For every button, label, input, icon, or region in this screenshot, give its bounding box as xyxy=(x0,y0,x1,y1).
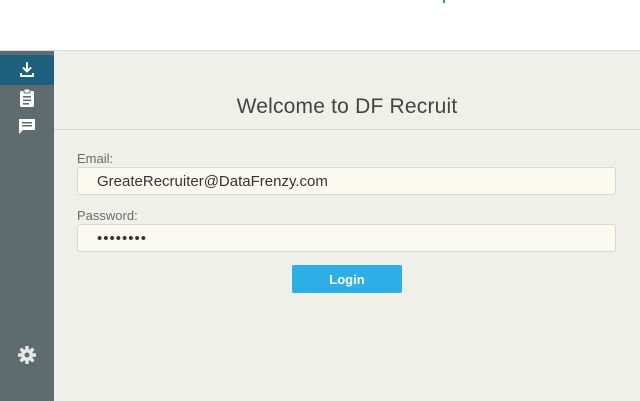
sidebar xyxy=(0,51,54,401)
clipboard-icon xyxy=(20,88,34,107)
password-field[interactable] xyxy=(77,224,616,252)
browser-top-area xyxy=(0,0,640,50)
gear-icon xyxy=(18,346,36,364)
login-panel: Welcome to DF Recruit Email: Password: L… xyxy=(54,51,640,401)
cursor-marker xyxy=(443,0,445,3)
message-icon xyxy=(19,119,35,134)
settings-button[interactable] xyxy=(0,341,54,369)
app-window: Welcome to DF Recruit Email: Password: L… xyxy=(0,50,640,401)
sidebar-item-download[interactable] xyxy=(0,55,54,85)
email-label: Email: xyxy=(77,151,114,166)
title-divider xyxy=(54,129,640,130)
login-button[interactable]: Login xyxy=(292,265,402,293)
email-field[interactable] xyxy=(77,167,616,195)
password-label: Password: xyxy=(77,208,138,223)
page-title: Welcome to DF Recruit xyxy=(236,95,458,118)
sidebar-item-messages[interactable] xyxy=(0,111,54,141)
sidebar-item-clipboard[interactable] xyxy=(0,83,54,113)
download-icon xyxy=(20,62,34,77)
